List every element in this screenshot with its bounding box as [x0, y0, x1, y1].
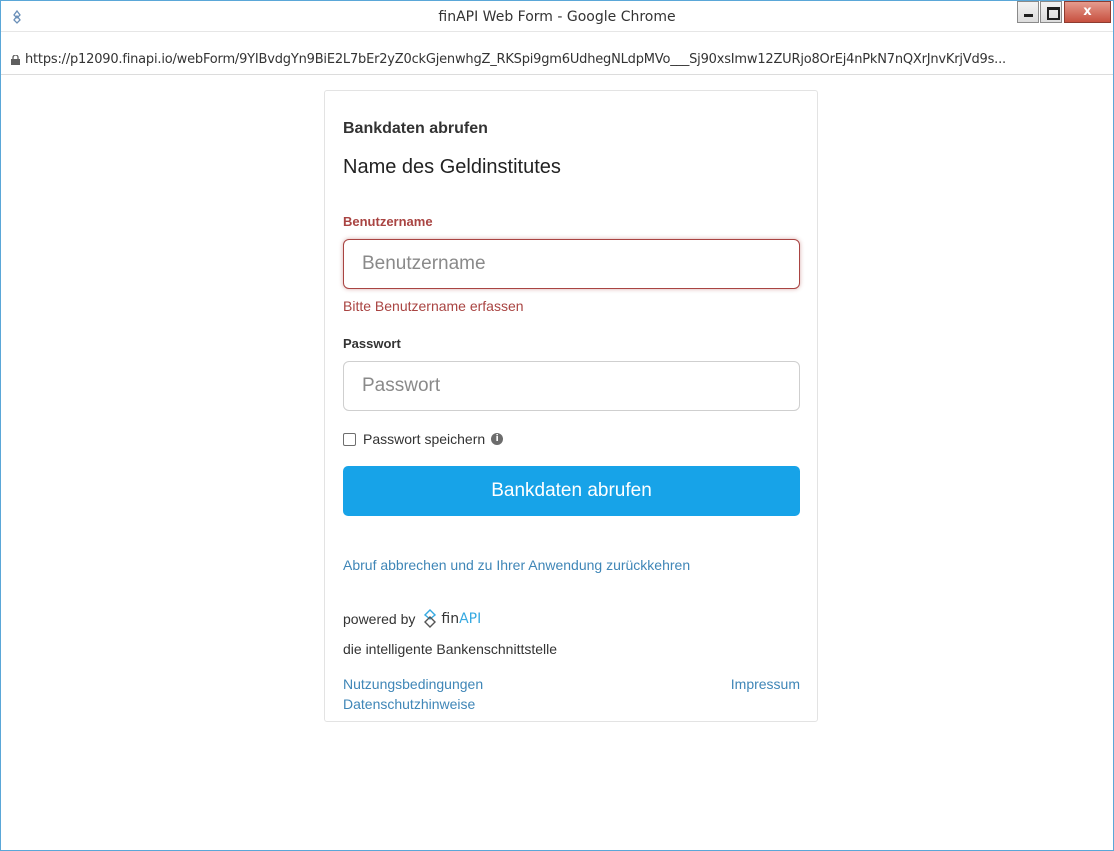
- tagline: die intelligente Bankenschnittstelle: [343, 641, 558, 657]
- bank-name: Name des Geldinstitutes: [343, 156, 561, 178]
- login-card: Bankdaten abrufen Name des Geldinstitute…: [324, 90, 818, 722]
- username-label: Benutzername: [343, 214, 433, 229]
- logo-fin: fin: [441, 611, 460, 627]
- address-bar[interactable]: https://p12090.finapi.io/webForm/9YIBvdg…: [1, 47, 1113, 75]
- url-text[interactable]: https://p12090.finapi.io/webForm/9YIBvdg…: [25, 52, 1105, 67]
- info-icon[interactable]: i: [491, 433, 504, 445]
- close-label: x: [1083, 4, 1092, 19]
- privacy-link[interactable]: Datenschutzhinweise: [343, 696, 475, 712]
- terms-link[interactable]: Nutzungsbedingungen: [343, 676, 483, 692]
- remember-password: Passwort speichern i: [343, 430, 504, 448]
- finapi-logo-icon: [424, 609, 437, 628]
- password-input[interactable]: [343, 361, 800, 411]
- username-input[interactable]: [343, 239, 800, 289]
- maximize-icon[interactable]: [1040, 1, 1062, 23]
- submit-button[interactable]: Bankdaten abrufen: [343, 466, 800, 516]
- powered-by: powered by fin API: [343, 609, 481, 629]
- title-bar: finAPI Web Form - Google Chrome x: [1, 1, 1113, 32]
- logo-api: API: [459, 611, 482, 627]
- browser-window: finAPI Web Form - Google Chrome x https:…: [0, 0, 1114, 851]
- remember-password-label[interactable]: Passwort speichern: [363, 431, 485, 447]
- username-error: Bitte Benutzername erfassen: [343, 298, 524, 314]
- imprint-link[interactable]: Impressum: [731, 676, 800, 692]
- password-label: Passwort: [343, 336, 401, 351]
- window-title: finAPI Web Form - Google Chrome: [438, 9, 676, 25]
- cancel-link[interactable]: Abruf abbrechen und zu Ihrer Anwendung z…: [343, 557, 690, 573]
- powered-by-text: powered by: [343, 611, 416, 627]
- lock-icon: [11, 55, 20, 65]
- form-title: Bankdaten abrufen: [343, 120, 488, 137]
- close-icon[interactable]: x: [1064, 1, 1111, 23]
- minimize-icon[interactable]: [1017, 1, 1039, 23]
- remember-password-checkbox[interactable]: [343, 432, 356, 446]
